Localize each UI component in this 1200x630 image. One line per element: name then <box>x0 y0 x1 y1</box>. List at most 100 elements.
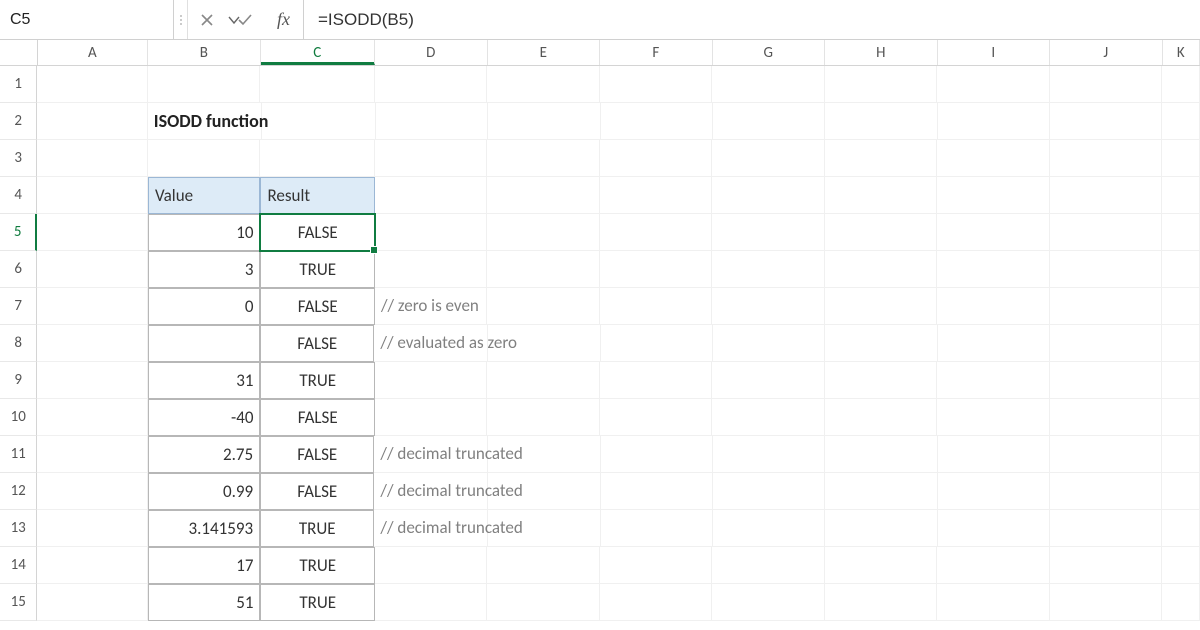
name-box[interactable] <box>0 0 227 39</box>
cell-C6[interactable]: TRUE <box>260 251 374 288</box>
cell-E5[interactable] <box>487 214 599 251</box>
cell-G11[interactable] <box>713 436 825 473</box>
col-header-J[interactable]: J <box>1050 40 1163 65</box>
col-header-C[interactable]: C <box>261 40 375 65</box>
cell-E15[interactable] <box>487 584 599 621</box>
cell-K5[interactable] <box>1162 214 1200 251</box>
cell-J3[interactable] <box>1050 140 1163 177</box>
cell-K11[interactable] <box>1162 436 1200 473</box>
cell-H1[interactable] <box>825 66 938 103</box>
formula-input[interactable] <box>304 0 1200 39</box>
cell-I1[interactable] <box>937 66 1050 103</box>
cell-I15[interactable] <box>937 584 1049 621</box>
row-header-11[interactable]: 11 <box>0 436 37 473</box>
row-header-5[interactable]: 5 <box>0 214 37 251</box>
cell-K7[interactable] <box>1162 288 1200 325</box>
cell-F2[interactable] <box>601 103 713 140</box>
cell-D14[interactable] <box>375 547 487 584</box>
cell-K1[interactable] <box>1162 66 1200 103</box>
cell-G9[interactable] <box>712 362 824 399</box>
cell-I3[interactable] <box>937 140 1050 177</box>
cell-J4[interactable] <box>1050 177 1162 214</box>
cell-E13[interactable] <box>488 510 600 547</box>
cell-B12[interactable]: 0.99 <box>148 473 260 510</box>
cell-H14[interactable] <box>825 547 937 584</box>
cell-B2[interactable]: ISODD function <box>148 103 262 140</box>
cell-G4[interactable] <box>712 177 824 214</box>
cell-A9[interactable] <box>37 362 148 399</box>
cell-I8[interactable] <box>938 325 1050 362</box>
cell-I5[interactable] <box>937 214 1049 251</box>
cell-H10[interactable] <box>825 399 937 436</box>
cell-J6[interactable] <box>1050 251 1162 288</box>
cell-A7[interactable] <box>37 288 148 325</box>
col-header-K[interactable]: K <box>1163 40 1200 65</box>
cell-J1[interactable] <box>1050 66 1163 103</box>
cell-F4[interactable] <box>600 177 712 214</box>
cell-A2[interactable] <box>37 103 147 140</box>
cell-C2[interactable] <box>262 103 376 140</box>
col-header-I[interactable]: I <box>938 40 1051 65</box>
cell-A8[interactable] <box>37 325 147 362</box>
cell-G15[interactable] <box>712 584 824 621</box>
cell-E6[interactable] <box>487 251 599 288</box>
row-header-15[interactable]: 15 <box>0 584 37 621</box>
cell-C14[interactable]: TRUE <box>260 547 374 584</box>
row-header-14[interactable]: 14 <box>0 547 37 584</box>
cell-H12[interactable] <box>825 473 937 510</box>
cell-I7[interactable] <box>937 288 1049 325</box>
cell-D12[interactable]: // decimal truncated <box>374 473 488 510</box>
cell-B7[interactable]: 0 <box>148 288 261 325</box>
cell-H11[interactable] <box>825 436 937 473</box>
col-header-A[interactable]: A <box>38 40 149 65</box>
cell-A1[interactable] <box>37 66 148 103</box>
cell-I14[interactable] <box>937 547 1049 584</box>
cell-B5[interactable]: 10 <box>148 214 261 251</box>
col-header-G[interactable]: G <box>713 40 826 65</box>
cell-H3[interactable] <box>825 140 938 177</box>
cell-F15[interactable] <box>600 584 712 621</box>
cell-C5[interactable]: FALSE <box>260 214 374 251</box>
cell-K6[interactable] <box>1162 251 1200 288</box>
cell-I10[interactable] <box>937 399 1049 436</box>
cell-D6[interactable] <box>375 251 487 288</box>
cell-C10[interactable]: FALSE <box>260 399 374 436</box>
cell-G10[interactable] <box>712 399 824 436</box>
cell-A3[interactable] <box>37 140 148 177</box>
cell-C13[interactable]: TRUE <box>260 510 374 547</box>
cell-A15[interactable] <box>37 584 148 621</box>
cell-K14[interactable] <box>1162 547 1200 584</box>
cell-B10[interactable]: -40 <box>148 399 261 436</box>
cell-J13[interactable] <box>1050 510 1162 547</box>
cell-B15[interactable]: 51 <box>148 584 261 621</box>
cell-K3[interactable] <box>1162 140 1200 177</box>
cell-G8[interactable] <box>713 325 825 362</box>
cell-B4[interactable]: Value <box>148 177 261 214</box>
cell-J2[interactable] <box>1050 103 1162 140</box>
row-header-4[interactable]: 4 <box>0 177 37 214</box>
cell-G14[interactable] <box>712 547 824 584</box>
row-header-6[interactable]: 6 <box>0 251 37 288</box>
cell-I4[interactable] <box>937 177 1049 214</box>
row-header-3[interactable]: 3 <box>0 140 37 177</box>
cell-G1[interactable] <box>712 66 825 103</box>
row-header-12[interactable]: 12 <box>0 473 37 510</box>
cell-J10[interactable] <box>1050 399 1162 436</box>
cell-C11[interactable]: FALSE <box>260 436 374 473</box>
row-header-10[interactable]: 10 <box>0 399 37 436</box>
row-header-13[interactable]: 13 <box>0 510 37 547</box>
cell-F14[interactable] <box>600 547 712 584</box>
cell-E3[interactable] <box>487 140 600 177</box>
cell-H15[interactable] <box>825 584 937 621</box>
cell-B9[interactable]: 31 <box>148 362 261 399</box>
insert-function-button[interactable]: fx <box>264 0 304 39</box>
cell-F3[interactable] <box>600 140 713 177</box>
cell-G12[interactable] <box>713 473 825 510</box>
cell-D5[interactable] <box>375 214 487 251</box>
cell-F8[interactable] <box>601 325 713 362</box>
cell-A4[interactable] <box>37 177 148 214</box>
cell-K9[interactable] <box>1162 362 1200 399</box>
cell-D1[interactable] <box>375 66 488 103</box>
cell-F9[interactable] <box>600 362 712 399</box>
cell-I13[interactable] <box>938 510 1050 547</box>
